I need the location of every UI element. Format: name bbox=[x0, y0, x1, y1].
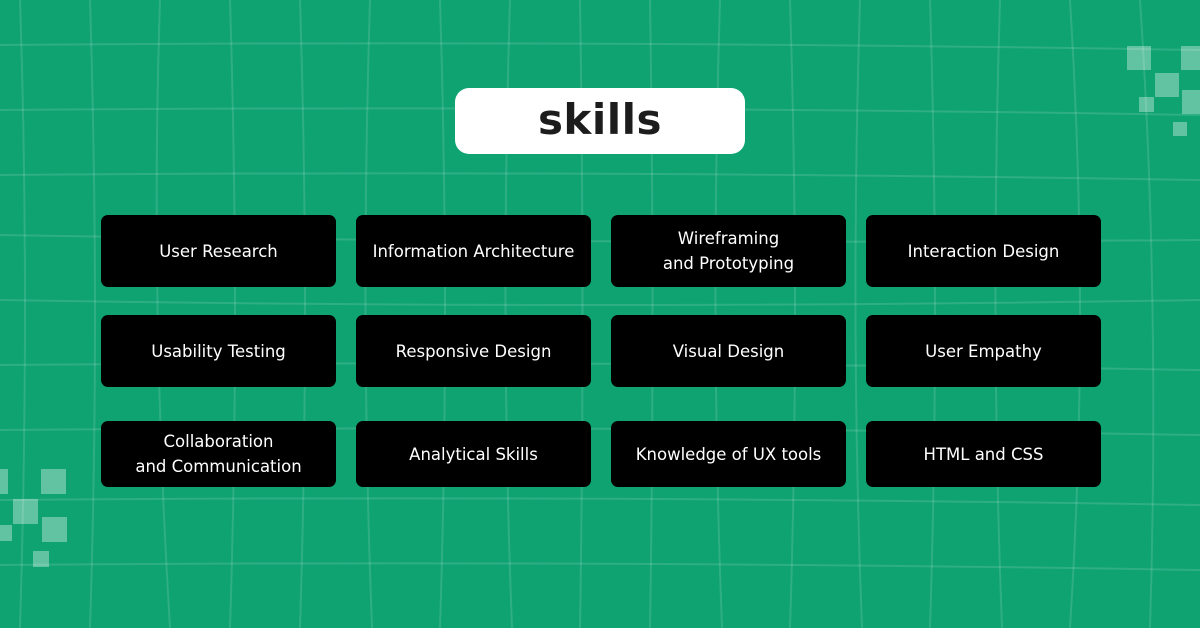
skill-card-knowledge-ux-tools: Knowledge of UX tools bbox=[611, 421, 846, 487]
title-badge: skills bbox=[455, 88, 745, 154]
skill-card-information-architecture: Information Architecture bbox=[356, 215, 591, 287]
skill-card-html-css: HTML and CSS bbox=[866, 421, 1101, 487]
page-title: skills bbox=[537, 94, 663, 144]
skill-card-interaction-design: Interaction Design bbox=[866, 215, 1101, 287]
skill-card-analytical-skills: Analytical Skills bbox=[356, 421, 591, 487]
skills-grid: User Research Information Architecture W… bbox=[101, 215, 1101, 487]
skill-card-usability-testing: Usability Testing bbox=[101, 315, 336, 387]
skill-card-visual-design: Visual Design bbox=[611, 315, 846, 387]
skill-card-collaboration-communication: Collaboration and Communication bbox=[101, 421, 336, 487]
skill-card-wireframing-prototyping: Wireframing and Prototyping bbox=[611, 215, 846, 287]
skill-card-user-research: User Research bbox=[101, 215, 336, 287]
skill-card-user-empathy: User Empathy bbox=[866, 315, 1101, 387]
skill-card-responsive-design: Responsive Design bbox=[356, 315, 591, 387]
